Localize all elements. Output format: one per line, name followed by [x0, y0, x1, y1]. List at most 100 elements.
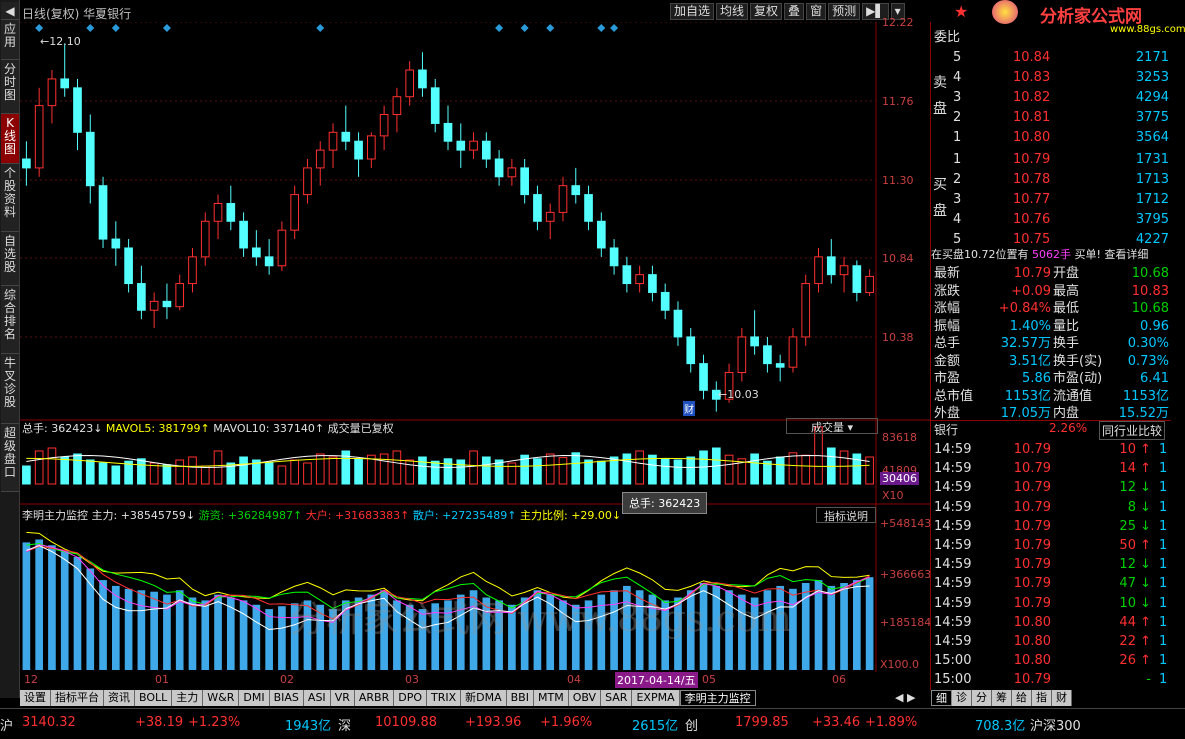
indicator-bar — [827, 585, 836, 670]
volume-bar — [379, 453, 389, 485]
tick-row[interactable]: 15:00 10.80 26 ↑ 1 — [931, 651, 1171, 670]
tick-row[interactable]: 14:59 10.79 50 ↑ 1 — [931, 536, 1171, 555]
tick-row[interactable]: 14:59 10.79 12 ↓ 1 — [931, 555, 1171, 574]
star-icon[interactable]: ★ — [954, 2, 968, 21]
indicator-tab[interactable]: TRIX — [426, 690, 462, 706]
right-tab[interactable]: 给 — [1012, 690, 1032, 706]
nav-watchlist[interactable]: 自选股 — [1, 232, 19, 286]
volume-select[interactable]: 成交量 ▾ — [786, 418, 878, 434]
volume-bar — [469, 450, 478, 485]
stat-row[interactable]: 金额 3.51亿 换手(实) 0.73% — [931, 352, 1171, 371]
indicator-tab[interactable]: EXPMA — [632, 690, 680, 706]
finance-tag[interactable]: 财 — [683, 401, 695, 416]
ask-row[interactable]: 4 10.83 3253 — [931, 68, 1171, 87]
stat-row[interactable]: 外盘 17.05万 内盘 15.52万 — [931, 404, 1171, 423]
indicator-tab[interactable]: DMI — [239, 690, 270, 706]
right-tab[interactable]: 诊 — [952, 690, 972, 706]
stat-row[interactable]: 最新 10.79 开盘 10.68 — [931, 264, 1171, 283]
nav-ranking[interactable]: 综合排名 — [1, 286, 19, 354]
market-status-bar: 沪 3140.32 +38.19 +1.23% 1943亿深 10109.88 +193.9… — [0, 708, 1185, 739]
indicator-bar — [60, 551, 69, 670]
indicator-tab[interactable]: 资讯 — [104, 690, 135, 706]
indicator-tab[interactable]: BIAS — [269, 690, 304, 706]
price-tick: 11.30 — [882, 174, 914, 187]
tick-row[interactable]: 14:59 10.80 44 ↑ 1 — [931, 613, 1171, 632]
stat-row[interactable]: 总手 32.57万 换手 0.30% — [931, 334, 1171, 353]
adjust-button[interactable]: 复权 — [750, 3, 783, 20]
overlay-button[interactable]: 叠 — [784, 3, 805, 20]
bid-row[interactable]: 3 10.77 1712 — [931, 190, 1171, 209]
indicator-help-button[interactable]: 指标说明 — [816, 507, 876, 523]
stat-row[interactable]: 市盈 5.86 市盈(动) 6.41 — [931, 369, 1171, 388]
nav-diagnose[interactable]: 牛叉诊股 — [1, 354, 19, 424]
indicator-tab[interactable]: MTM — [533, 690, 569, 706]
left-nav-bar: ◀ 应用 分时图 K线图 个股资料 自选股 综合排名 牛叉诊股 超级盘口 — [0, 0, 20, 698]
tab-scroll-icons[interactable]: ◀ ▶ — [895, 691, 915, 704]
tick-row[interactable]: 14:59 10.79 12 ↓ 1 — [931, 478, 1171, 497]
status-item: 1943亿 — [285, 719, 332, 734]
indicator-tab[interactable]: BOLL — [135, 690, 173, 706]
ask-row[interactable]: 5 10.84 2171 — [931, 48, 1171, 67]
stat-row[interactable]: 振幅 1.40% 量比 0.96 — [931, 317, 1171, 336]
tick-row[interactable]: 14:59 10.79 47 ↓ 1 — [931, 574, 1171, 593]
tick-row[interactable]: 14:59 10.80 22 ↑ 1 — [931, 632, 1171, 651]
indicator-bar — [239, 600, 248, 670]
ma-button[interactable]: 均线 — [716, 3, 749, 20]
nav-stock-info[interactable]: 个股资料 — [1, 164, 19, 232]
bid-row[interactable]: 1 10.79 1731 — [931, 150, 1171, 169]
tick-row[interactable]: 14:59 10.79 14 ↑ 1 — [931, 459, 1171, 478]
right-tab[interactable]: 筹 — [992, 690, 1012, 706]
right-tab[interactable]: 指 — [1032, 690, 1052, 706]
bid-row[interactable]: 2 10.78 1713 — [931, 170, 1171, 189]
bid-row[interactable]: 5 10.75 4227 — [931, 230, 1171, 249]
indicator-tab[interactable]: 主力 — [172, 690, 204, 706]
tick-row[interactable]: 14:59 10.79 8 ↓ 1 — [931, 498, 1171, 517]
indicator-tab[interactable]: W&R — [203, 690, 240, 706]
indicator-tab[interactable]: 新DMA — [461, 690, 507, 706]
right-tab[interactable]: 财 — [1052, 690, 1072, 706]
indicator-tab[interactable]: 设置 — [20, 690, 51, 706]
ask-row[interactable]: 1 10.80 3564 — [931, 128, 1171, 147]
indicator-tab[interactable]: OBV — [568, 690, 602, 706]
indicator-tab[interactable]: ASI — [303, 690, 331, 706]
right-tab[interactable]: 细 — [931, 690, 952, 706]
tick-row[interactable]: 14:59 10.79 10 ↑ 1 — [931, 440, 1171, 459]
nav-super-book[interactable]: 超级盘口 — [1, 424, 19, 492]
bid-row[interactable]: 4 10.76 3795 — [931, 210, 1171, 229]
indicator-tabs: 设置 指标平台 资讯 BOLL 主力 W&R DMI BIAS ASI VR ARBR DPO TRIX… — [20, 690, 930, 706]
candle-body — [520, 167, 529, 196]
nav-app[interactable]: 应用 — [1, 20, 19, 60]
indicator-tab[interactable]: 李明主力监控 — [679, 690, 756, 706]
candle-body — [73, 87, 82, 133]
tick-row[interactable]: 14:59 10.79 10 ↓ 1 — [931, 594, 1171, 613]
stat-row[interactable]: 总市值 1153亿 流通值 1153亿 — [931, 387, 1171, 406]
status-item: 2615亿 — [632, 719, 679, 734]
indicator-tab[interactable]: VR — [330, 690, 355, 706]
ask-row[interactable]: 3 10.82 4294 — [931, 88, 1171, 107]
industry-compare-button[interactable]: 同行业比较 — [1099, 421, 1166, 440]
ask-row[interactable]: 2 10.81 3775 — [931, 108, 1171, 127]
stat-row[interactable]: 涨跌 +0.09 最高 10.83 — [931, 282, 1171, 301]
indicator-tab[interactable]: 指标平台 — [51, 690, 104, 706]
indicator-tab[interactable]: BBI — [506, 690, 534, 706]
nav-intraday[interactable]: 分时图 — [1, 60, 19, 114]
indicator-tab[interactable]: DPO — [394, 690, 427, 706]
weibi-row: 委比 — [934, 30, 961, 45]
nav-kline[interactable]: K线图 — [1, 114, 19, 164]
candle-body — [22, 158, 31, 169]
add-watch-button[interactable]: 加自选 — [670, 3, 715, 20]
candle-body — [852, 265, 862, 293]
window-button[interactable]: 窗 — [806, 3, 827, 20]
candle-body — [826, 256, 836, 276]
tick-row[interactable]: 15:00 10.79-1 — [931, 670, 1171, 689]
indicator-header: 李明主力监控 主力: +38545759↓ 游资: +36284987↑ 大户:… — [22, 509, 622, 522]
forecast-button[interactable]: 预测 — [828, 3, 861, 20]
indicator-tab[interactable]: SAR — [601, 690, 633, 706]
indicator-tab[interactable]: ARBR — [354, 690, 395, 706]
tick-row[interactable]: 14:59 10.79 25 ↓ 1 — [931, 517, 1171, 536]
nav-back-icon[interactable]: ◀ — [1, 2, 19, 20]
right-tab[interactable]: 分 — [972, 690, 992, 706]
volume-header: 总手: 362423↓ MAVOL5: 381799↑ MAVOL10: 337… — [22, 422, 394, 435]
stat-row[interactable]: 涨幅 +0.84% 最低 10.68 — [931, 299, 1171, 318]
candle-body — [137, 283, 146, 311]
